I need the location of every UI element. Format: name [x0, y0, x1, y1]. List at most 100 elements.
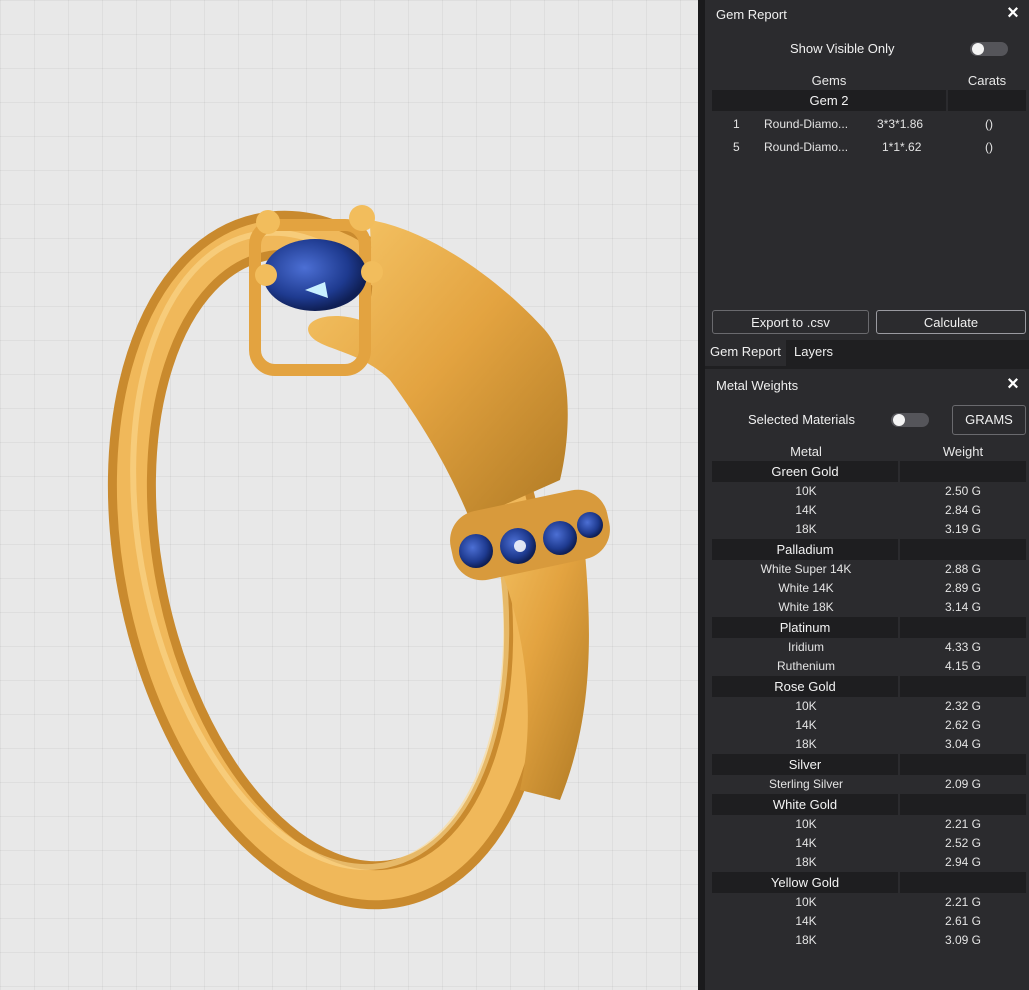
table-row[interactable]: White 14K 2.89 G [712, 579, 1026, 598]
table-row[interactable]: 14K 2.62 G [712, 716, 1026, 735]
units-button[interactable]: GRAMS [952, 405, 1026, 435]
metal-grade: 10K [795, 699, 817, 713]
table-row[interactable]: Iridium 4.33 G [712, 638, 1026, 657]
metal-grade: 14K [795, 836, 817, 850]
metal-group-name: Palladium [712, 539, 898, 560]
metal-grade: White 14K [778, 581, 834, 595]
gem-qty: 1 [733, 117, 740, 131]
calculate-button[interactable]: Calculate [876, 310, 1026, 334]
gem-size: 1*1*.62 [882, 140, 922, 154]
table-row[interactable]: 10K 2.32 G [712, 697, 1026, 716]
metal-weights-panel: Metal Weights × Selected Materials GRAMS… [705, 369, 1029, 990]
metal-weight-value: 2.32 G [944, 699, 982, 713]
close-icon[interactable]: × [1003, 3, 1023, 23]
metal-grade: 10K [795, 817, 817, 831]
gem-name: Round-Diamo... [764, 140, 849, 154]
metal-weight-value: 2.62 G [944, 718, 982, 732]
metal-grade: Iridium [787, 640, 824, 654]
metal-grade: Sterling Silver [768, 777, 844, 791]
table-row[interactable]: 14K 2.61 G [712, 912, 1026, 931]
table-row[interactable]: 18K 3.09 G [712, 931, 1026, 950]
metal-weight-value: 3.04 G [944, 737, 982, 751]
metal-weights-title: Metal Weights [716, 378, 799, 393]
table-row[interactable]: 18K 3.19 G [712, 520, 1026, 539]
metal-grade: White Super 14K [760, 562, 852, 576]
metal-grade: 14K [795, 503, 817, 517]
gem-size: 3*3*1.86 [877, 117, 924, 131]
metal-group-row: Platinum [712, 617, 1026, 638]
metal-weight-value: 2.88 G [944, 562, 982, 576]
ring-model[interactable] [0, 0, 698, 990]
gem-qty: 5 [733, 140, 740, 154]
export-csv-button[interactable]: Export to .csv [712, 310, 869, 334]
col-weight: Weight [942, 444, 984, 459]
metal-group-name: Yellow Gold [712, 872, 898, 893]
metal-grade: 14K [795, 914, 817, 928]
metal-group-row: Silver [712, 754, 1026, 775]
metal-group-name: Silver [712, 754, 898, 775]
gem-carats: () [985, 140, 993, 154]
metal-weight-value: 2.09 G [944, 777, 982, 791]
metal-weight-value: 2.61 G [944, 914, 982, 928]
metal-group-row: Yellow Gold [712, 872, 1026, 893]
metal-group-name: Green Gold [712, 461, 898, 482]
table-row[interactable]: 10K 2.21 G [712, 815, 1026, 834]
metal-group-name: White Gold [712, 794, 898, 815]
table-row[interactable]: White Super 14K 2.88 G [712, 560, 1026, 579]
table-row[interactable]: 10K 2.21 G [712, 893, 1026, 912]
table-row[interactable]: 14K 2.84 G [712, 501, 1026, 520]
table-row[interactable]: 18K 3.04 G [712, 735, 1026, 754]
table-row[interactable]: 18K 2.94 G [712, 853, 1026, 872]
metal-grade: 10K [795, 895, 817, 909]
show-visible-toggle[interactable] [970, 42, 1008, 56]
panel-tabs: Gem Report Layers [705, 340, 1029, 369]
metal-weight-value: 2.52 G [944, 836, 982, 850]
metal-group-row: Palladium [712, 539, 1026, 560]
table-row[interactable]: Sterling Silver 2.09 G [712, 775, 1026, 794]
metal-grade: 18K [795, 737, 817, 751]
show-visible-label: Show Visible Only [790, 41, 895, 56]
metal-weight-value: 2.21 G [944, 817, 982, 831]
close-icon[interactable]: × [1003, 374, 1023, 394]
metal-group-name: Rose Gold [712, 676, 898, 697]
metal-group-row: White Gold [712, 794, 1026, 815]
tab-layers[interactable]: Layers [789, 340, 838, 366]
metal-weight-value: 4.15 G [944, 659, 982, 673]
gem-group-name: Gem 2 [712, 90, 946, 111]
metal-grade: 18K [795, 855, 817, 869]
metal-weight-value: 2.94 G [944, 855, 982, 869]
gem-group-row: Gem 2 [712, 90, 1026, 111]
gem-carats: () [985, 117, 993, 131]
metal-weight-value: 2.89 G [944, 581, 982, 595]
table-row[interactable]: 5 Round-Diamo... 1*1*.62 () [712, 137, 1026, 159]
selected-materials-label: Selected Materials [748, 412, 855, 427]
show-visible-row: Show Visible Only [705, 41, 1029, 63]
col-metal: Metal [790, 444, 822, 459]
table-row[interactable]: 10K 2.50 G [712, 482, 1026, 501]
metal-weight-value: 2.84 G [944, 503, 982, 517]
3d-viewport[interactable] [0, 0, 698, 990]
metal-group-name: Platinum [712, 617, 898, 638]
metal-grade: 18K [795, 933, 817, 947]
metal-grade: 18K [795, 522, 817, 536]
metal-grade: 14K [795, 718, 817, 732]
table-row[interactable]: White 18K 3.14 G [712, 598, 1026, 617]
col-gems: Gems [811, 73, 847, 88]
metal-weight-value: 3.14 G [944, 600, 982, 614]
metal-weight-value: 2.21 G [944, 895, 982, 909]
metal-group-row: Green Gold [712, 461, 1026, 482]
table-row[interactable]: 14K 2.52 G [712, 834, 1026, 853]
metal-grade: Ruthenium [776, 659, 836, 673]
metal-weight-value: 4.33 G [944, 640, 982, 654]
gem-report-title: Gem Report [716, 7, 787, 22]
col-carats: Carats [967, 73, 1007, 88]
table-row[interactable]: 1 Round-Diamo... 3*3*1.86 () [712, 114, 1026, 136]
metal-grade: White 18K [778, 600, 834, 614]
metal-weight-value: 2.50 G [944, 484, 982, 498]
panel-splitter[interactable] [698, 0, 705, 990]
selected-materials-toggle[interactable] [891, 413, 929, 427]
gem-name: Round-Diamo... [764, 117, 849, 131]
table-row[interactable]: Ruthenium 4.15 G [712, 657, 1026, 676]
metal-weight-value: 3.19 G [944, 522, 982, 536]
tab-gem-report[interactable]: Gem Report [705, 340, 786, 366]
